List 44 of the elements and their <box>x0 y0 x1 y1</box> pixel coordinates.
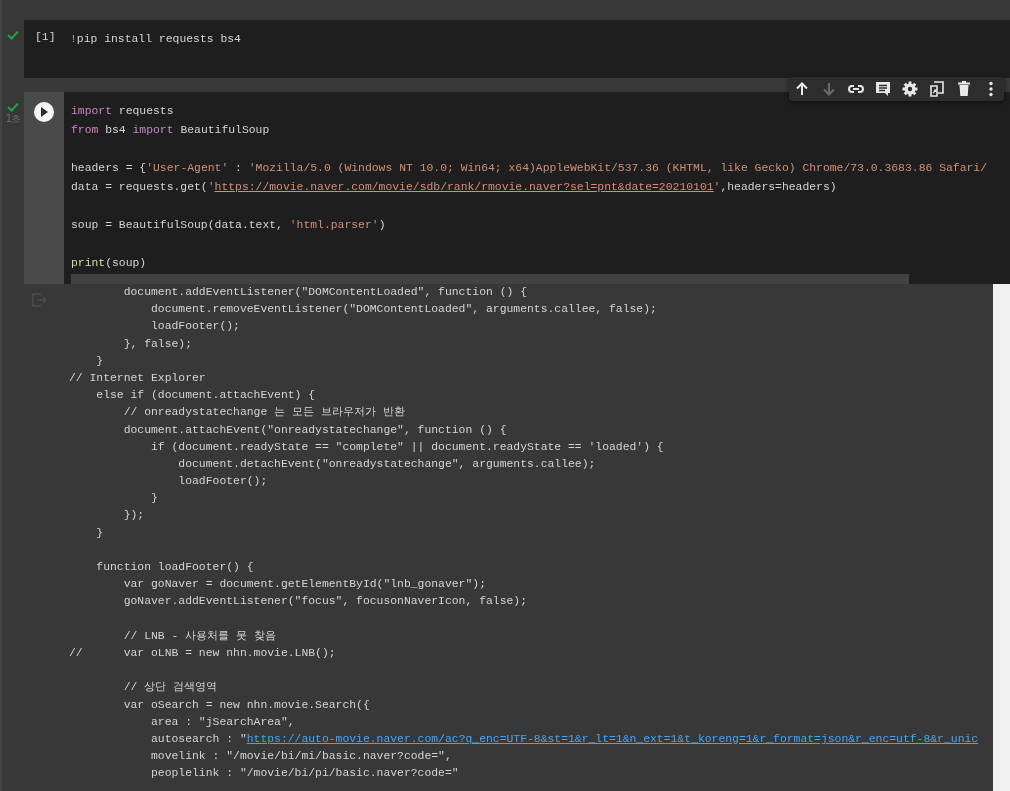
code-line: }); <box>122 508 146 524</box>
code-line: var oSearch = new nhn.movie.Search({ <box>122 697 371 713</box>
code-line: document.detachEvent("onreadystatechange", arguments.callee); <box>177 456 597 472</box>
link[interactable]: https://auto-movie.naver.com/ac?q_enc=UTF-8&st=1&r_lt=1&n_ext=1&t_koreng=1&r_format=json&r_enc=utf-8&r_unic <box>246 732 979 745</box>
code-line: autosearch : "https://auto-movie.naver.com/ac?q_enc=UTF-8&st=1&r_lt=1&n_ext=1&t_koreng=1&r_format=json&r_enc=utf-8&r_unic <box>150 731 980 747</box>
code-line: // LNB - 사용처를 못 찾음 <box>122 628 277 644</box>
code-line: peoplelink : "/movie/bi/pi/basic.naver?code=" <box>150 766 460 782</box>
code-line: } <box>150 491 159 507</box>
code-line: if (document.readyState == "complete" || document.readyState == 'loaded') { <box>150 439 665 455</box>
code-line: data = requests.get('https://movie.naver.com/movie/sdb/rank/rmovie.naver?sel=pnt&date=20210101',headers=headers) <box>71 180 838 195</box>
code-line: document.addEventListener("DOMContentLoaded", function () { <box>122 285 528 300</box>
code-line: // var oLNB = new nhn.movie.LNB(); <box>69 645 337 661</box>
code-line: goNaver.addEventListener("focus", focusonNaverIcon, false); <box>122 594 528 610</box>
code-line: function loadFooter() { <box>95 560 255 575</box>
code-line: var goNaver = document.getElementById("lnb_gonaver"); <box>122 577 487 593</box>
play-icon <box>40 107 48 117</box>
comment-icon[interactable] <box>874 80 892 98</box>
vertical-scrollbar[interactable] <box>993 284 1010 791</box>
code-line: movelink : "/movie/bi/mi/basic.naver?code=", <box>150 749 453 765</box>
run-button[interactable] <box>34 102 54 122</box>
code-line: // onreadystatechange 는 모든 브라우저가 반환 <box>122 405 406 421</box>
code-line: }, false); <box>122 336 194 352</box>
code-line: print(soup) <box>71 256 148 271</box>
code-line: !pip install requests bs4 <box>70 32 242 47</box>
code-line: area : "jSearchArea", <box>150 714 296 730</box>
code-line: document.attachEvent("onreadystatechange", function () { <box>122 422 508 438</box>
code-line: headers = {'User-Agent' : 'Mozilla/5.0 (Windows NT 10.0; Win64; x64)AppleWebKit/537.36 (KHTML, like Gecko) Chrome/73.0.3683.86 Safari/ <box>71 161 988 176</box>
code-line: from bs4 import BeautifulSoup <box>71 123 271 138</box>
link[interactable]: https://movie.naver.com/movie/sdb/rank/rmovie.naver?sel=pnt&date=20210101 <box>214 181 714 193</box>
code-line: import requests <box>71 104 175 119</box>
code-line: loadFooter(); <box>150 319 241 335</box>
code-line: soup = BeautifulSoup(data.text, 'html.parser') <box>71 218 387 233</box>
settings-icon[interactable] <box>901 80 919 98</box>
horizontal-scrollbar[interactable] <box>71 274 909 284</box>
code-line: loadFooter(); <box>177 474 269 490</box>
execution-count: [1] <box>35 31 56 45</box>
code-line: } <box>95 525 105 541</box>
code-line: // 상단 검색영역 <box>122 680 219 696</box>
code-line: else if (document.attachEvent) { <box>95 388 317 404</box>
delete-icon[interactable] <box>955 80 973 98</box>
code-line: document.removeEventListener("DOMContentLoaded", arguments.callee, false); <box>150 302 658 318</box>
code-line: // Internet Explorer <box>69 370 207 386</box>
code-line: } <box>95 353 105 369</box>
mirror-cell-icon[interactable] <box>928 80 946 98</box>
